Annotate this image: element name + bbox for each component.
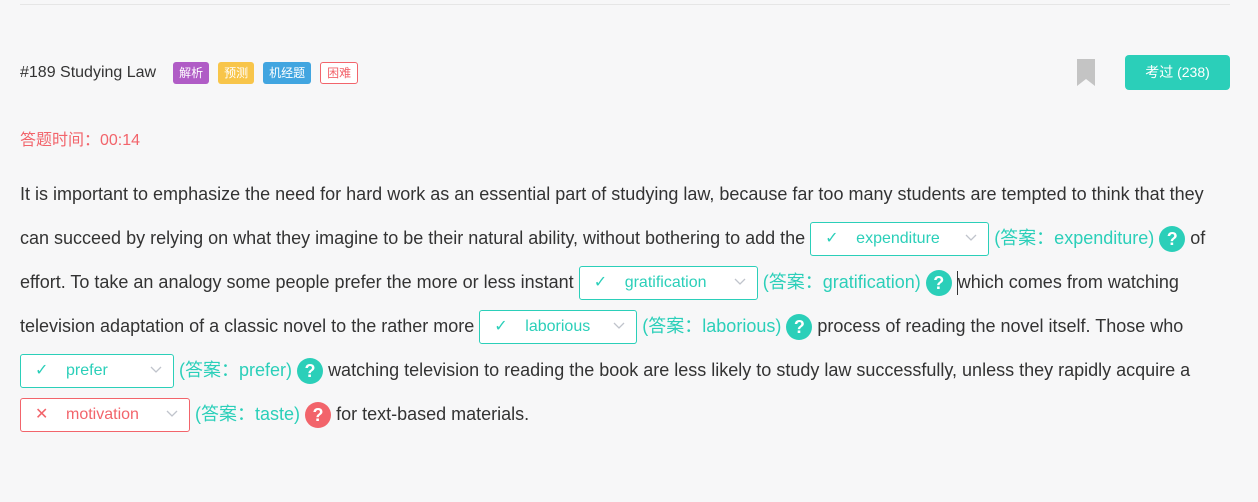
blank-1-value: expenditure	[856, 230, 940, 248]
blank-4-value: prefer	[66, 362, 108, 380]
help-icon[interactable]: ?	[1159, 226, 1186, 253]
blank-2-answer: (答案：gratification)	[762, 272, 921, 292]
blank-3-dropdown[interactable]: ✓ laborious	[479, 310, 638, 345]
chevron-down-icon	[734, 278, 746, 286]
help-icon[interactable]: ?	[297, 358, 324, 385]
help-icon[interactable]: ?	[305, 402, 332, 429]
check-icon: ✓	[825, 230, 839, 248]
answer-timer: 答题时间：00:14	[20, 132, 141, 149]
passage-segment: process of reading the novel itself. Tho…	[817, 316, 1184, 336]
badge-difficulty: 困难	[320, 62, 359, 84]
blank-5-value: motivation	[66, 406, 139, 424]
passage-text: It is important to emphasize the need fo…	[20, 172, 1235, 436]
exam-count-button[interactable]: 考过 (238)	[1125, 55, 1230, 90]
chevron-down-icon	[613, 322, 625, 330]
badge-machine-question[interactable]: 机经题	[263, 62, 312, 84]
chevron-down-icon	[166, 410, 178, 418]
passage-segment: for text-based materials.	[336, 404, 530, 424]
badge-analysis[interactable]: 解析	[173, 62, 210, 84]
blank-2-value: gratification	[624, 274, 707, 292]
help-icon[interactable]: ?	[786, 314, 813, 341]
check-icon: ✓	[494, 318, 508, 336]
blank-5-answer: (答案：taste)	[195, 404, 301, 424]
blank-1-answer: (答案：expenditure)	[994, 228, 1155, 248]
check-icon: ✓	[35, 362, 49, 380]
blank-3-answer: (答案：laborious)	[642, 316, 782, 336]
blank-5-dropdown[interactable]: ✕ motivation	[20, 398, 190, 433]
badge-prediction[interactable]: 预测	[218, 62, 255, 84]
chevron-down-icon	[150, 366, 162, 374]
blank-1-dropdown[interactable]: ✓ expenditure	[810, 222, 990, 257]
blank-2-dropdown[interactable]: ✓ gratification	[578, 266, 758, 301]
passage-segment: watching television to reading the book …	[328, 360, 1191, 380]
top-divider	[20, 4, 1230, 5]
blank-4-answer: (答案：prefer)	[179, 360, 293, 380]
question-header: #189 Studying Law 解析 预测 机经题 困难	[20, 60, 367, 86]
help-icon[interactable]: ?	[925, 270, 952, 297]
blank-4-dropdown[interactable]: ✓ prefer	[20, 354, 174, 389]
bookmark-icon[interactable]	[1077, 59, 1095, 86]
chevron-down-icon	[965, 234, 977, 242]
blank-3-value: laborious	[525, 318, 591, 336]
cross-icon: ✕	[35, 406, 49, 424]
question-title: #189 Studying Law	[20, 64, 157, 81]
check-icon: ✓	[593, 274, 608, 292]
